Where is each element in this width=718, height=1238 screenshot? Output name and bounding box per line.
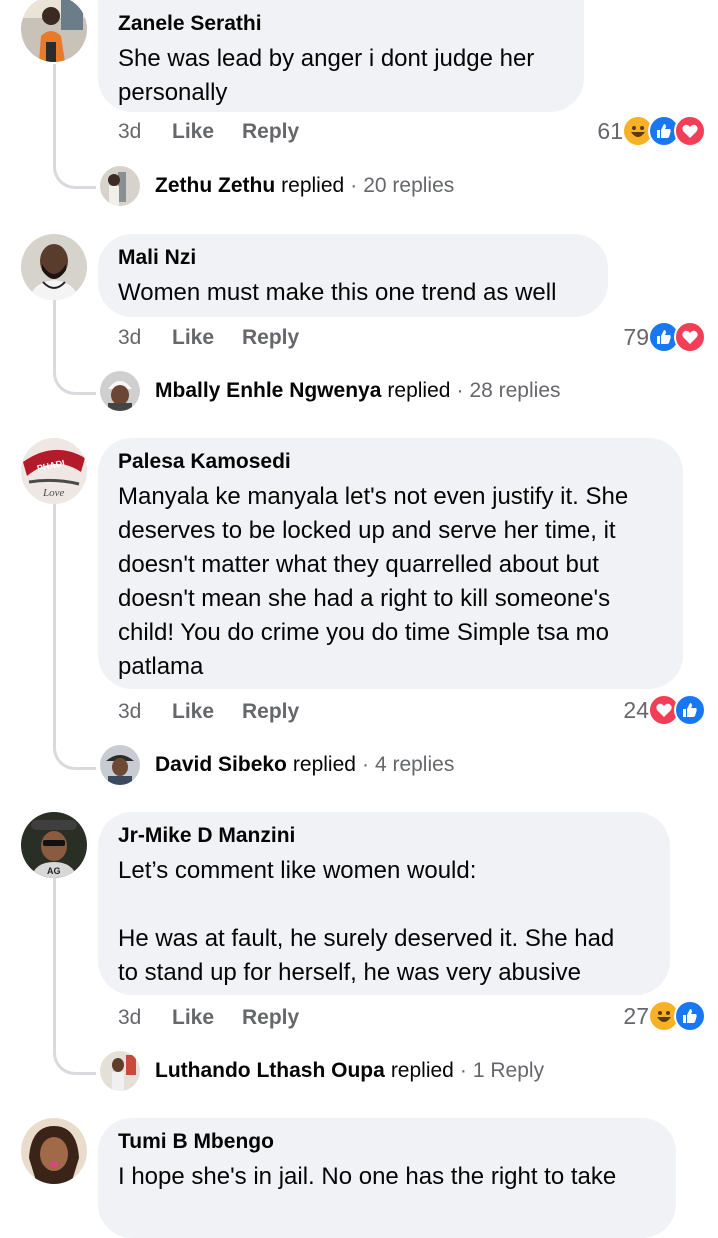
- comment-author[interactable]: Zanele Serathi: [118, 12, 562, 36]
- avatar[interactable]: [21, 0, 87, 62]
- reply-count: 1 Reply: [472, 1059, 545, 1082]
- comment-bubble: Palesa Kamosedi Manyala ke manyala let's…: [98, 438, 683, 689]
- comment-timestamp[interactable]: 3d: [118, 326, 172, 350]
- comment-text: Manyala ke manyala let's not even justif…: [118, 483, 629, 680]
- avatar[interactable]: [21, 234, 87, 300]
- reaction-summary[interactable]: 79: [623, 321, 706, 353]
- avatar[interactable]: [21, 1118, 87, 1184]
- reaction-count: 61: [597, 117, 623, 144]
- separator-dot: ·: [350, 174, 358, 197]
- comment-actions: 3d Like Reply: [118, 697, 299, 727]
- replied-label: replied: [281, 174, 345, 197]
- separator-dot: ·: [361, 753, 369, 776]
- comment-text: Women must make this one trend as well: [118, 279, 557, 306]
- comment-author[interactable]: Palesa Kamosedi: [118, 450, 661, 474]
- comment-bubble: Tumi B Mbengo I hope she's in jail. No o…: [98, 1118, 676, 1238]
- comment-bubble: Zanele Serathi She was lead by anger i d…: [98, 0, 584, 112]
- reaction-summary[interactable]: 61: [597, 115, 706, 147]
- view-replies-link[interactable]: Mbally Enhle Ngwenya replied · 28 replie…: [100, 370, 561, 412]
- replier-name: Mbally Enhle Ngwenya: [155, 379, 382, 402]
- reply-count: 20 replies: [363, 174, 455, 197]
- comments-feed: Zanele Serathi She was lead by anger i d…: [0, 0, 718, 1238]
- like-button[interactable]: Like: [172, 120, 242, 144]
- love-icon: [674, 321, 706, 353]
- reply-button[interactable]: Reply: [242, 1006, 299, 1030]
- replied-label: replied: [387, 379, 451, 402]
- replier-avatar: [100, 1051, 140, 1091]
- comment-actions: 3d Like Reply: [118, 117, 299, 147]
- replier-avatar: [100, 745, 140, 785]
- reaction-count: 79: [623, 323, 649, 350]
- comment-bubble: Jr-Mike D Manzini Let’s comment like wom…: [98, 812, 670, 995]
- reaction-count: 27: [623, 1002, 649, 1029]
- avatar[interactable]: AG: [21, 812, 87, 878]
- like-button[interactable]: Like: [172, 326, 242, 350]
- avatar-cap-text: AG: [47, 866, 61, 876]
- comment-author[interactable]: Jr-Mike D Manzini: [118, 824, 648, 848]
- thread-connector: [53, 64, 96, 189]
- like-icon: [674, 1000, 706, 1032]
- comment-text: She was lead by anger i dont judge her p…: [118, 45, 535, 106]
- replier-name: David Sibeko: [155, 753, 287, 776]
- avatar-badge-script: Love: [42, 487, 65, 499]
- separator-dot: ·: [459, 1059, 467, 1082]
- reaction-summary[interactable]: 27: [623, 1000, 706, 1032]
- like-button[interactable]: Like: [172, 1006, 242, 1030]
- replier-name: Zethu Zethu: [155, 174, 276, 197]
- view-replies-link[interactable]: Zethu Zethu replied · 20 replies: [100, 165, 454, 207]
- comment-author[interactable]: Tumi B Mbengo: [118, 1130, 654, 1154]
- reaction-count: 24: [623, 696, 649, 723]
- view-replies-link[interactable]: Luthando Lthash Oupa replied · 1 Reply: [100, 1050, 544, 1092]
- thread-connector: [53, 300, 96, 395]
- comment-actions: 3d Like Reply: [118, 1003, 299, 1033]
- thread-connector: [53, 878, 96, 1075]
- replied-label: replied: [390, 1059, 454, 1082]
- comment-text: I hope she's in jail. No one has the rig…: [118, 1163, 617, 1190]
- separator-dot: ·: [456, 379, 464, 402]
- replier-avatar: [100, 166, 140, 206]
- thread-connector: [53, 504, 96, 770]
- replier-avatar: [100, 371, 140, 411]
- like-icon: [674, 694, 706, 726]
- reply-button[interactable]: Reply: [242, 120, 299, 144]
- comment-bubble: Mali Nzi Women must make this one trend …: [98, 234, 608, 317]
- replied-label: replied: [292, 753, 356, 776]
- view-replies-link[interactable]: David Sibeko replied · 4 replies: [100, 744, 454, 786]
- comment-timestamp[interactable]: 3d: [118, 120, 172, 144]
- comment-timestamp[interactable]: 3d: [118, 1006, 172, 1030]
- love-icon: [674, 115, 706, 147]
- comment-text: Let’s comment like women would: He was a…: [118, 857, 615, 986]
- like-button[interactable]: Like: [172, 700, 242, 724]
- comment-timestamp[interactable]: 3d: [118, 700, 172, 724]
- reply-button[interactable]: Reply: [242, 700, 299, 724]
- replier-name: Luthando Lthash Oupa: [155, 1059, 385, 1082]
- comment-author[interactable]: Mali Nzi: [118, 246, 586, 270]
- reaction-summary[interactable]: 24: [623, 694, 706, 726]
- avatar[interactable]: PHADI Love: [21, 438, 87, 504]
- comment-actions: 3d Like Reply: [118, 323, 299, 353]
- reply-button[interactable]: Reply: [242, 326, 299, 350]
- reply-count: 4 replies: [374, 753, 455, 776]
- reply-count: 28 replies: [469, 379, 561, 402]
